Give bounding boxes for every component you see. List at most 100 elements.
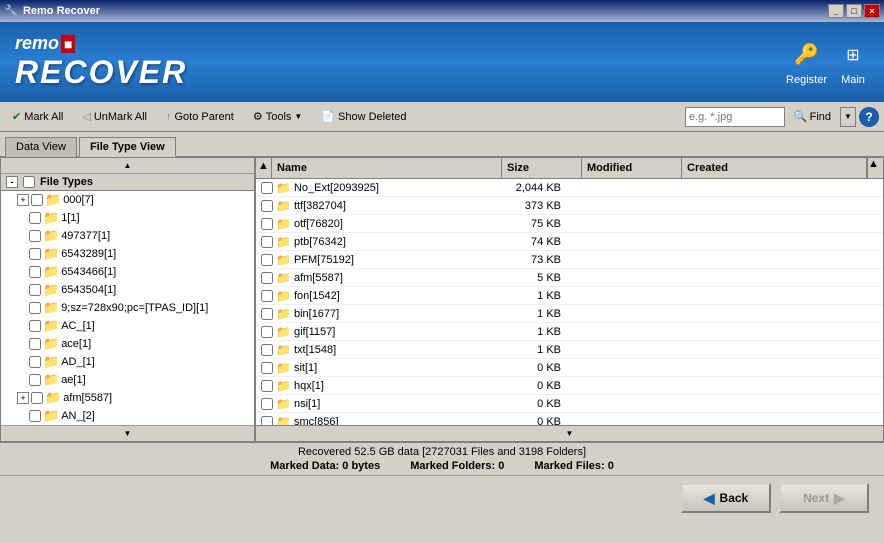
col-header-modified[interactable]: Modified — [582, 158, 682, 178]
tree-item-label: 1[1] — [61, 212, 79, 224]
table-row[interactable]: 📁 fon[1542] 1 KB — [256, 287, 883, 305]
show-deleted-button[interactable]: 📄 Show Deleted — [314, 105, 413, 129]
col-header-size[interactable]: Size — [502, 158, 582, 178]
file-row-checkbox[interactable] — [261, 236, 273, 248]
table-row[interactable]: 📁 ttf[382704] 373 KB — [256, 197, 883, 215]
tree-item-checkbox[interactable] — [29, 410, 41, 422]
list-item[interactable]: 📁 ae[1] — [1, 371, 254, 389]
file-row-checkbox[interactable] — [261, 362, 273, 374]
tree-expand-root[interactable]: - — [6, 176, 18, 188]
tree-item-checkbox[interactable] — [29, 338, 41, 350]
file-row-checkbox[interactable] — [261, 344, 273, 356]
mark-all-icon: ✔ — [12, 110, 21, 123]
list-item[interactable]: + 📁 000[7] — [1, 191, 254, 209]
search-dropdown-button[interactable]: ▼ — [840, 107, 856, 127]
table-row[interactable]: 📁 smc[856] 0 KB — [256, 413, 883, 425]
goto-parent-button[interactable]: ↑ Goto Parent — [159, 105, 241, 129]
table-row[interactable]: 📁 gif[1157] 1 KB — [256, 323, 883, 341]
expand-icon[interactable]: + — [17, 194, 29, 206]
file-row-checkbox[interactable] — [261, 182, 273, 194]
tree-item-checkbox[interactable] — [29, 302, 41, 314]
file-scroll-down[interactable]: ▼ — [256, 425, 883, 441]
tree-item-checkbox[interactable] — [29, 266, 41, 278]
tree-item-label: 000[7] — [63, 194, 94, 206]
tree-item-checkbox[interactable] — [29, 374, 41, 386]
file-row-checkbox[interactable] — [261, 200, 273, 212]
list-item[interactable]: 📁 497377[1] — [1, 227, 254, 245]
table-row[interactable]: 📁 afm[5587] 5 KB — [256, 269, 883, 287]
next-button[interactable]: Next ▶ — [779, 483, 869, 513]
tree-item-checkbox[interactable] — [31, 194, 43, 206]
file-scroll-area[interactable]: 📁 No_Ext[2093925] 2,044 KB 📁 ttf[382704]… — [256, 179, 883, 425]
file-row-checkbox[interactable] — [261, 380, 273, 392]
table-row[interactable]: 📁 bin[1677] 1 KB — [256, 305, 883, 323]
file-row-checkbox[interactable] — [261, 272, 273, 284]
file-row-checkbox[interactable] — [261, 218, 273, 230]
list-item[interactable]: 📁 AD_[1] — [1, 353, 254, 371]
title-bar-left: 🔧 Remo Recover — [4, 4, 100, 18]
tree-item-checkbox[interactable] — [29, 212, 41, 224]
file-row-checkbox[interactable] — [261, 308, 273, 320]
table-row[interactable]: 📁 txt[1548] 1 KB — [256, 341, 883, 359]
expand-icon[interactable]: + — [17, 392, 29, 404]
tab-data-view[interactable]: Data View — [5, 137, 77, 157]
main-icon: ⊞ — [837, 39, 869, 71]
tree-item-checkbox[interactable] — [29, 230, 41, 242]
scroll-up-col[interactable]: ▲ — [256, 158, 272, 178]
table-row[interactable]: 📁 nsi[1] 0 KB — [256, 395, 883, 413]
tree-header: - File Types — [1, 174, 254, 191]
maximize-button[interactable]: □ — [846, 4, 862, 18]
file-row-checkbox[interactable] — [261, 398, 273, 410]
list-item[interactable]: 📁 AN_[2] — [1, 407, 254, 425]
title-bar-controls: _ □ × — [828, 4, 880, 18]
list-item[interactable]: 📁 6543289[1] — [1, 245, 254, 263]
tree-scroll-down[interactable]: ▼ — [1, 425, 254, 441]
table-row[interactable]: 📁 No_Ext[2093925] 2,044 KB — [256, 179, 883, 197]
list-item[interactable]: 📁 AC_[1] — [1, 317, 254, 335]
close-button[interactable]: × — [864, 4, 880, 18]
help-button[interactable]: ? — [859, 107, 879, 127]
list-item[interactable]: 📁 6543504[1] — [1, 281, 254, 299]
table-row[interactable]: 📁 PFM[75192] 73 KB — [256, 251, 883, 269]
col-header-name[interactable]: Name — [272, 158, 502, 178]
list-item[interactable]: 📁 6543466[1] — [1, 263, 254, 281]
tree-item-checkbox[interactable] — [29, 284, 41, 296]
table-row[interactable]: 📁 otf[76820] 75 KB — [256, 215, 883, 233]
marked-files-label: Marked Files: — [534, 460, 604, 472]
main-button[interactable]: ⊞ Main — [837, 39, 869, 86]
file-name-cell: 📁 ptb[76342] — [256, 234, 486, 250]
file-row-checkbox[interactable] — [261, 290, 273, 302]
list-item[interactable]: 📁 9;sz=728x90;pc=[TPAS_ID][1] — [1, 299, 254, 317]
file-row-checkbox[interactable] — [261, 326, 273, 338]
list-item[interactable]: + 📁 afm[5587] — [1, 389, 254, 407]
tree-scroll-area[interactable]: + 📁 000[7] 📁 1[1] 📁 497377[1] 📁 — [1, 191, 254, 425]
mark-all-button[interactable]: ✔ Mark All — [5, 105, 70, 129]
folder-icon: 📁 — [43, 336, 59, 352]
col-header-created[interactable]: Created — [682, 158, 867, 178]
tools-button[interactable]: ⚙ Tools ▼ — [246, 105, 309, 129]
table-row[interactable]: 📁 hqx[1] 0 KB — [256, 377, 883, 395]
tree-item-checkbox[interactable] — [31, 392, 43, 404]
unmark-all-button[interactable]: ◁ UnMark All — [75, 105, 154, 129]
file-size-cell: 74 KB — [486, 235, 566, 249]
file-row-checkbox[interactable] — [261, 416, 273, 426]
scroll-up-right[interactable]: ▲ — [867, 158, 883, 178]
table-row[interactable]: 📁 ptb[76342] 74 KB — [256, 233, 883, 251]
file-row-checkbox[interactable] — [261, 254, 273, 266]
tree-item-checkbox[interactable] — [29, 320, 41, 332]
toolbar: ✔ Mark All ◁ UnMark All ↑ Goto Parent ⚙ … — [0, 102, 884, 132]
tab-file-type-view[interactable]: File Type View — [79, 137, 176, 157]
folder-icon: 📁 — [276, 289, 291, 303]
list-item[interactable]: 📁 1[1] — [1, 209, 254, 227]
search-input[interactable] — [685, 107, 785, 127]
minimize-button[interactable]: _ — [828, 4, 844, 18]
tree-root-checkbox[interactable] — [23, 176, 35, 188]
register-button[interactable]: 🔑 Register — [786, 39, 827, 86]
tree-item-checkbox[interactable] — [29, 248, 41, 260]
table-row[interactable]: 📁 sit[1] 0 KB — [256, 359, 883, 377]
find-button[interactable]: 🔍 Find — [788, 106, 837, 128]
tree-scroll-up[interactable]: ▲ — [1, 158, 254, 174]
list-item[interactable]: 📁 ace[1] — [1, 335, 254, 353]
back-button[interactable]: ◀ Back — [681, 483, 771, 513]
tree-item-checkbox[interactable] — [29, 356, 41, 368]
